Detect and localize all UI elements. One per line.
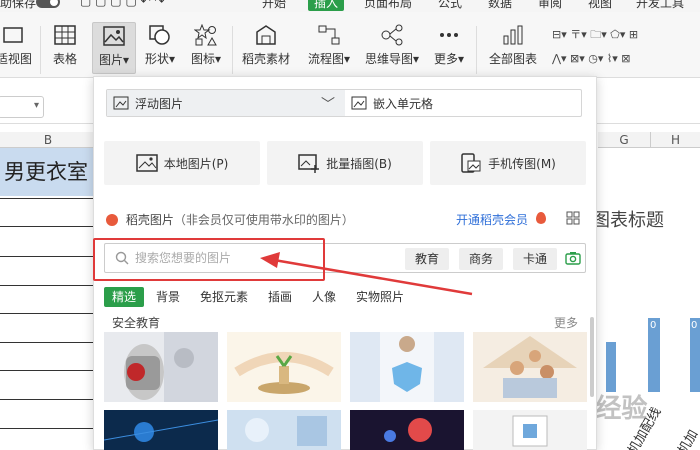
- batch-insert-icon: [298, 154, 320, 173]
- tab-cutout[interactable]: 免抠元素: [200, 287, 248, 307]
- embed-cell-icon: [351, 96, 367, 110]
- chevron-down-icon[interactable]: ﹀: [321, 94, 335, 114]
- name-box[interactable]: [0, 96, 44, 118]
- mindmap-icon: [381, 24, 403, 46]
- camera-search-icon[interactable]: [565, 250, 581, 266]
- autosave-toggle[interactable]: [36, 0, 60, 8]
- grid-line: [0, 370, 96, 371]
- thumbnail-medical-light[interactable]: [227, 410, 341, 450]
- menu-start[interactable]: 开始: [262, 0, 286, 11]
- flowchart-icon: [318, 25, 340, 45]
- grid-view-icon[interactable]: [566, 211, 580, 225]
- menu-data[interactable]: 数据: [488, 0, 512, 11]
- column-header-b[interactable]: B: [0, 132, 96, 148]
- menu-developer[interactable]: 开发工具: [636, 0, 684, 11]
- chart-bar[interactable]: [606, 342, 616, 392]
- column-header-g[interactable]: G: [598, 132, 650, 148]
- tab-background[interactable]: 背景: [156, 287, 180, 307]
- shape-button[interactable]: 形状▾: [140, 24, 180, 67]
- picture-icon: [103, 26, 125, 46]
- title-cell[interactable]: 男更衣室: [0, 148, 96, 196]
- local-picture-icon: [135, 154, 158, 172]
- grid-line: [0, 428, 96, 429]
- chart-bar[interactable]: 0: [690, 318, 700, 392]
- tab-featured[interactable]: 精选: [104, 287, 145, 307]
- grid-line: [0, 342, 96, 343]
- grid-line: [0, 313, 96, 314]
- floating-picture-icon: [113, 96, 129, 110]
- more-button[interactable]: 更多▾: [430, 24, 468, 67]
- grid-line: [0, 226, 96, 227]
- phone-transfer-button[interactable]: 手机传图(M): [430, 141, 586, 185]
- scrollbar[interactable]: [590, 317, 594, 397]
- thumbnail-illustration[interactable]: [473, 410, 587, 450]
- insert-mode-bar: 浮动图片 ﹀ 嵌入单元格: [106, 89, 582, 117]
- thumbnail-safety-hand[interactable]: [104, 332, 218, 402]
- stock-material-icon: [256, 25, 276, 45]
- table-button[interactable]: 表格: [48, 24, 82, 67]
- quick-access-icons[interactable]: ▢ ▢ ▢ ▢ ↶ ↷: [80, 0, 165, 8]
- chart-type-row-2[interactable]: ⋀▾ ⊠▾ ◷▾ ⌇▾ ⊠: [552, 52, 631, 65]
- open-vip-link[interactable]: 开通稻壳会员: [456, 211, 528, 228]
- all-charts-button[interactable]: 全部图表: [484, 24, 542, 67]
- grid-line: [0, 399, 96, 400]
- reading-view-icon: [3, 27, 23, 43]
- menu-view[interactable]: 视图: [588, 0, 612, 11]
- picture-button[interactable]: 图片▾: [92, 22, 136, 74]
- chart-title[interactable]: 图表标题: [592, 206, 664, 232]
- grid-line: [0, 256, 96, 257]
- batch-insert-button[interactable]: 批量插图(B): [267, 141, 423, 185]
- thumbnail-tech-blue[interactable]: [104, 410, 218, 450]
- shape-icon: [149, 25, 170, 45]
- table-icon: [54, 25, 76, 45]
- chart-type-row-1[interactable]: ⊟▾ 〒▾ 🗀▾ ⬠▾ ⊞: [552, 26, 638, 45]
- icon-button[interactable]: 图标▾: [186, 24, 226, 67]
- thumbnail-coins-hands[interactable]: [227, 332, 341, 402]
- chart-bar[interactable]: 0: [648, 318, 660, 392]
- stock-picture-header: 稻壳图片（非会员仅可使用带水印的图片） 开通稻壳会员: [106, 211, 586, 231]
- more-link[interactable]: 更多: [554, 314, 578, 331]
- menu-insert[interactable]: 插入: [308, 0, 345, 11]
- menu-review[interactable]: 审阅: [538, 0, 562, 11]
- autosave-label: 助保存: [0, 0, 37, 10]
- menu-formula[interactable]: 公式: [438, 0, 462, 11]
- chart-icon: [503, 25, 523, 45]
- chip-cartoon[interactable]: 卡通: [513, 248, 558, 270]
- thumbnail-city-night[interactable]: [350, 410, 464, 450]
- ribbon: 适视图 表格 图片▾ 形状▾ 图标▾ 稻壳素材 流程图▾ 思维导图▾ 更多▾ 全…: [0, 12, 700, 78]
- docer-logo-icon: [106, 214, 118, 226]
- section-title: 安全教育: [112, 316, 161, 330]
- grid-line: [0, 198, 96, 199]
- local-picture-button[interactable]: 本地图片(P): [104, 141, 260, 185]
- menu-page-layout[interactable]: 页面布局: [364, 0, 412, 11]
- stock-material-button[interactable]: 稻壳素材: [240, 24, 292, 67]
- flame-icon: [536, 212, 546, 224]
- floating-picture-option[interactable]: 浮动图片 ﹀: [107, 90, 345, 116]
- reading-view-button[interactable]: 适视图: [0, 24, 34, 67]
- mindmap-button[interactable]: 思维导图▾: [362, 24, 422, 67]
- flowchart-button[interactable]: 流程图▾: [304, 24, 354, 67]
- icon-library-icon: [194, 24, 217, 46]
- phone-transfer-icon: [461, 153, 481, 173]
- menu-bar: 助保存 ▢ ▢ ▢ ▢ ↶ ↷ 开始 插入 页面布局 公式 数据 审阅 视图 开…: [0, 0, 700, 12]
- grid-line: [0, 285, 96, 286]
- annotation-arrow: [260, 252, 473, 296]
- axis-label: 机加: [675, 427, 700, 450]
- thumbnail-family-house[interactable]: [473, 332, 587, 402]
- more-icon: [440, 33, 458, 37]
- embed-cell-option[interactable]: 嵌入单元格: [347, 90, 581, 116]
- column-header-h[interactable]: H: [650, 132, 700, 148]
- thumbnail-doctor-shield[interactable]: [350, 332, 464, 402]
